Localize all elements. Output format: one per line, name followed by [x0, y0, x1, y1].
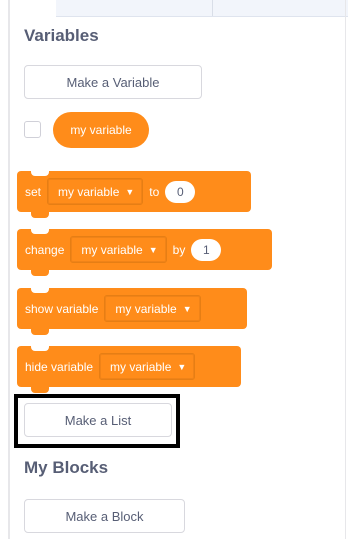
show-block-label: show variable: [25, 301, 99, 316]
palette-right-edge: [345, 0, 346, 539]
variable-monitor-checkbox[interactable]: [24, 121, 41, 138]
block-tab: [31, 329, 49, 335]
hide-block-label: hide variable: [25, 359, 94, 374]
change-block-label: change: [25, 242, 65, 257]
palette-left-edge: [8, 0, 10, 539]
set-variable-block[interactable]: set my variable ▼ to 0: [17, 170, 251, 218]
block-tab: [31, 387, 49, 393]
tab-divider: [212, 0, 213, 16]
set-variable-dropdown[interactable]: my variable ▼: [47, 178, 144, 205]
hide-dropdown-value: my variable: [110, 359, 172, 374]
block-tab: [31, 212, 49, 218]
change-value-input[interactable]: 1: [191, 238, 222, 261]
highlight-box: [14, 394, 180, 448]
show-dropdown-value: my variable: [115, 301, 177, 316]
category-tab-strip: [56, 0, 348, 17]
show-variable-dropdown[interactable]: my variable ▼: [104, 295, 201, 322]
block-tab: [31, 270, 49, 276]
change-dropdown-value: my variable: [81, 242, 143, 257]
block-notch: [31, 228, 49, 234]
my-blocks-heading: My Blocks: [24, 458, 109, 477]
make-block-button[interactable]: Make a Block: [24, 499, 185, 533]
block-notch: [31, 287, 49, 293]
chevron-down-icon: ▼: [182, 303, 192, 314]
make-variable-button[interactable]: Make a Variable: [24, 65, 202, 99]
chevron-down-icon: ▼: [148, 244, 158, 255]
block-notch: [31, 170, 49, 176]
variables-heading: Variables: [24, 26, 99, 45]
hide-variable-block[interactable]: hide variable my variable ▼: [17, 345, 241, 393]
change-variable-dropdown[interactable]: my variable ▼: [70, 236, 167, 263]
show-variable-block[interactable]: show variable my variable ▼: [17, 287, 247, 335]
block-notch: [31, 345, 49, 351]
change-block-connector: by: [172, 242, 186, 257]
chevron-down-icon: ▼: [177, 361, 187, 372]
hide-variable-dropdown[interactable]: my variable ▼: [99, 353, 196, 380]
set-dropdown-value: my variable: [58, 184, 120, 199]
set-block-label: set: [25, 184, 42, 199]
chevron-down-icon: ▼: [125, 186, 135, 197]
blocks-palette: Variables Make a Variable my variable se…: [0, 0, 348, 539]
set-value-input[interactable]: 0: [165, 180, 196, 203]
change-variable-block[interactable]: change my variable ▼ by 1: [17, 228, 272, 276]
set-block-connector: to: [149, 184, 160, 199]
variable-reporter-block[interactable]: my variable: [53, 112, 149, 148]
